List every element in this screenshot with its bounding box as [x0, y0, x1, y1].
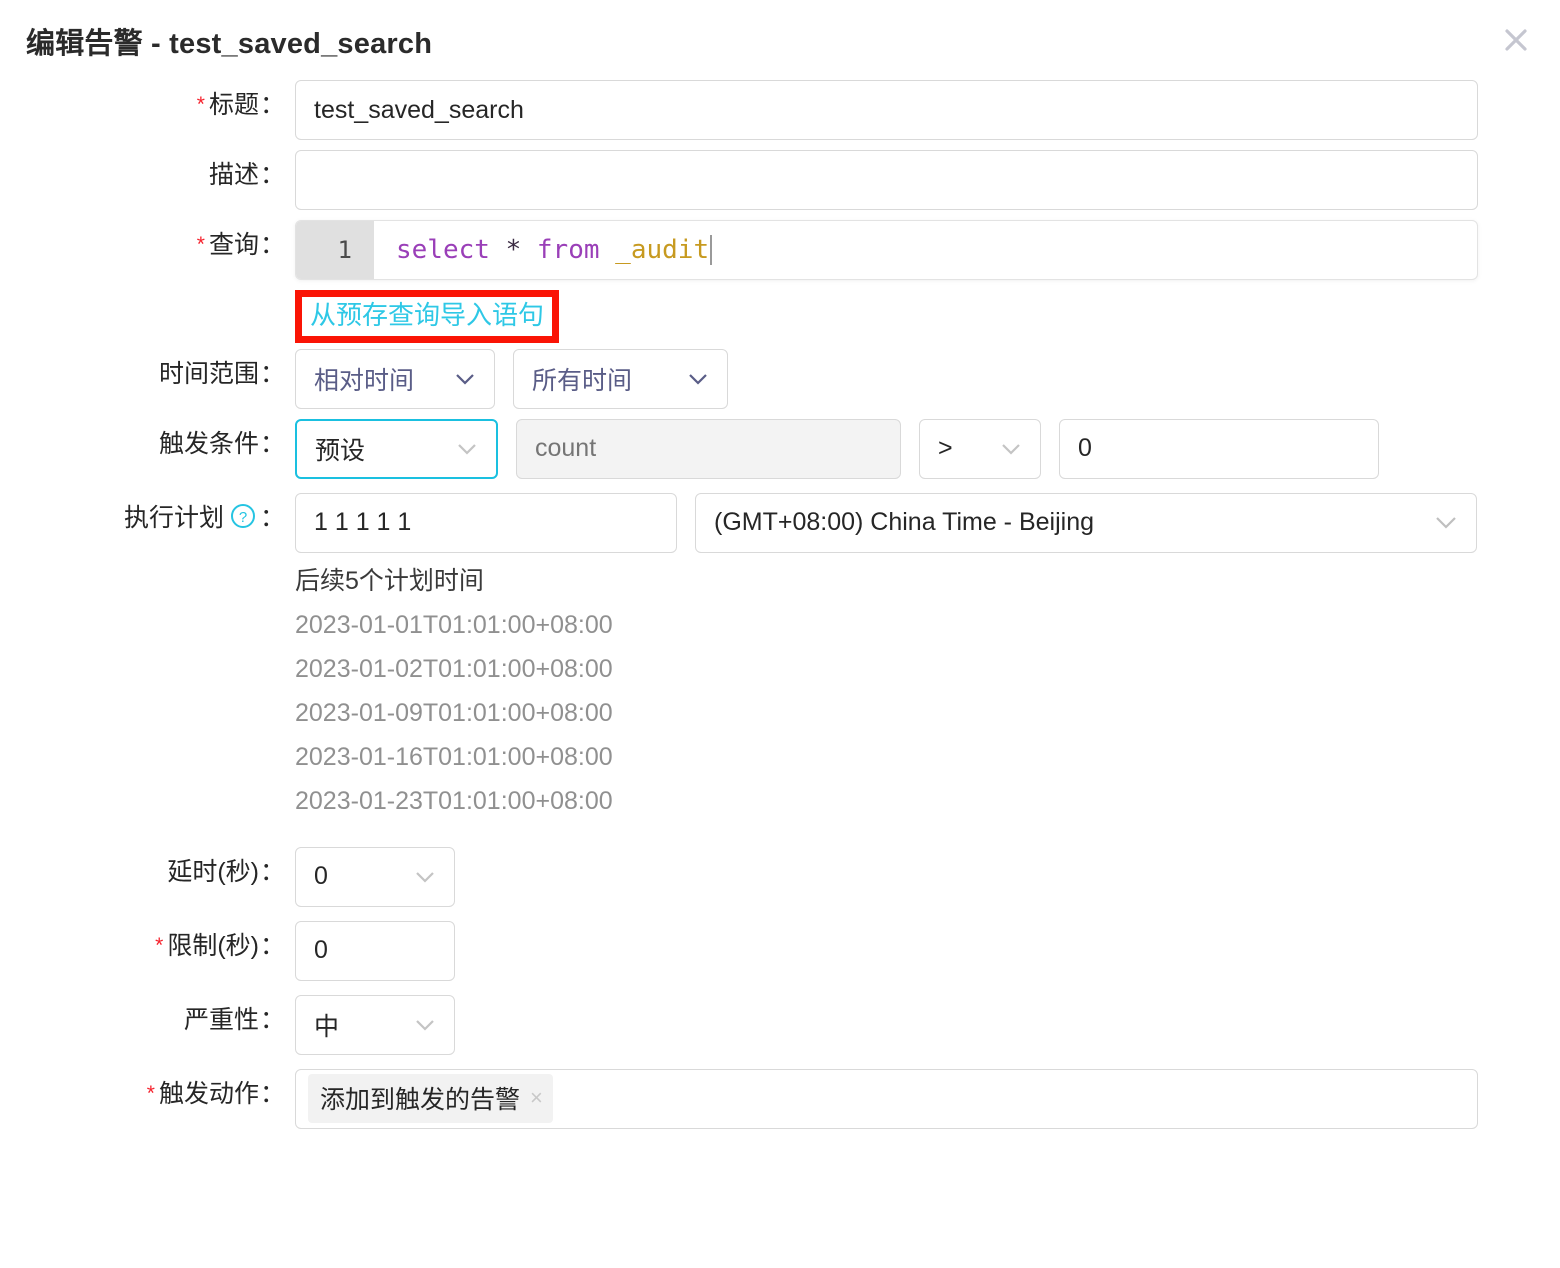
delay-select[interactable]: 0: [295, 846, 455, 907]
trigger-preset-select[interactable]: 预设: [295, 418, 498, 479]
cron-expression-input[interactable]: [295, 492, 677, 553]
form-row-limit: * 限制(秒)：: [0, 920, 1560, 981]
label-description: 描述：: [208, 161, 285, 189]
trigger-operator-value: >: [938, 434, 953, 462]
svg-text:?: ?: [239, 509, 247, 526]
trigger-operator-select[interactable]: >: [919, 418, 1041, 479]
label-trigger-action: * 触发动作：: [146, 1079, 285, 1108]
form-row-trigger-condition: 触发条件： 预设 >: [0, 418, 1560, 479]
next-schedule-list: 后续5个计划时间 2023-01-01T01:01:00+08:00 2023-…: [295, 559, 1477, 823]
time-range-value-select[interactable]: 所有时间: [513, 348, 728, 409]
field-trigger-action: 添加到触发的告警 ×: [295, 1068, 1478, 1129]
text-cursor: [710, 235, 713, 265]
label-limit: * 限制(秒)：: [155, 931, 285, 960]
trigger-action-tag-label: 添加到触发的告警: [320, 1086, 521, 1114]
trigger-action-tag-input[interactable]: 添加到触发的告警 ×: [295, 1068, 1478, 1129]
label-time-range: 时间范围：: [158, 359, 285, 388]
label-trigger-condition: 触发条件：: [158, 429, 285, 458]
next-schedule-item: 2023-01-09T01:01:00+08:00: [295, 698, 613, 727]
required-asterisk: *: [196, 233, 205, 256]
editor-line-number: 1: [296, 221, 374, 279]
next-schedule-item: 2023-01-02T01:01:00+08:00: [295, 654, 613, 683]
next-schedule-title: 后续5个计划时间: [295, 566, 484, 595]
sql-token-table: _audit: [615, 235, 710, 265]
chevron-down-icon: [1420, 515, 1458, 530]
field-description: [295, 150, 1478, 210]
question-circle-icon[interactable]: ?: [230, 503, 256, 536]
limit-input[interactable]: [295, 920, 455, 981]
trigger-threshold-input[interactable]: [1059, 418, 1379, 479]
form-row-query: * 查询： 1 select * from _audit 从预存查询导入语句: [0, 220, 1560, 343]
field-trigger-condition: 预设 >: [295, 418, 1379, 479]
delay-value: 0: [314, 862, 328, 890]
tag-remove-icon[interactable]: ×: [530, 1087, 543, 1109]
dialog-title: 编辑告警 - test_saved_search: [26, 28, 433, 60]
required-asterisk: *: [196, 93, 205, 116]
sql-token-select: select: [396, 235, 490, 265]
label-severity: 严重性：: [183, 1005, 285, 1034]
required-asterisk: *: [146, 1081, 155, 1105]
form-row-time-range: 时间范围： 相对时间 所有时间: [0, 348, 1560, 409]
trigger-action-tag: 添加到触发的告警 ×: [308, 1074, 553, 1123]
severity-select[interactable]: 中: [295, 994, 455, 1055]
trigger-metric-input[interactable]: [516, 418, 901, 479]
field-delay: 0: [295, 846, 455, 907]
time-range-mode-select[interactable]: 相对时间: [295, 348, 495, 409]
chevron-down-icon: [986, 442, 1022, 456]
description-input[interactable]: [295, 150, 1478, 210]
query-editor[interactable]: 1 select * from _audit: [295, 220, 1478, 280]
close-icon[interactable]: [1496, 20, 1536, 60]
import-saved-search-link[interactable]: 从预存查询导入语句: [310, 300, 544, 330]
field-schedule: (GMT+08:00) China Time - Beijing 后续5个计划时…: [295, 492, 1477, 823]
timezone-value: (GMT+08:00) China Time - Beijing: [714, 508, 1095, 536]
label-query: * 查询：: [196, 231, 285, 259]
title-input[interactable]: [295, 80, 1478, 140]
trigger-preset-value: 预设: [315, 436, 366, 465]
required-asterisk: *: [155, 933, 164, 957]
time-range-value: 所有时间: [532, 366, 633, 395]
next-schedule-item: 2023-01-16T01:01:00+08:00: [295, 742, 613, 771]
field-limit: [295, 920, 455, 981]
form-row-description: 描述：: [0, 150, 1560, 210]
chevron-down-icon: [400, 1018, 436, 1032]
sql-token-from: from: [536, 235, 600, 265]
chevron-down-icon: [442, 442, 478, 456]
next-schedule-item: 2023-01-23T01:01:00+08:00: [295, 786, 613, 815]
field-time-range: 相对时间 所有时间: [295, 348, 728, 409]
severity-value: 中: [314, 1012, 340, 1041]
form-row-schedule: 执行计划?： (GMT+08:00) China Time - Beijing …: [0, 492, 1560, 823]
chevron-down-icon: [673, 372, 709, 386]
next-schedule-item: 2023-01-01T01:01:00+08:00: [295, 610, 613, 639]
label-schedule: 执行计划?：: [0, 493, 295, 536]
sql-token-star: *: [505, 235, 522, 265]
form-row-trigger-action: * 触发动作： 添加到触发的告警 ×: [0, 1068, 1560, 1129]
field-title: [295, 80, 1478, 140]
field-query: 1 select * from _audit 从预存查询导入语句: [295, 220, 1478, 343]
label-title: * 标题：: [196, 91, 285, 119]
field-severity: 中: [295, 994, 455, 1055]
form-row-severity: 严重性： 中: [0, 994, 1560, 1055]
form-row-title: * 标题：: [0, 80, 1560, 140]
timezone-select[interactable]: (GMT+08:00) China Time - Beijing: [695, 492, 1477, 553]
chevron-down-icon: [400, 870, 436, 884]
form-row-delay: 延时(秒)： 0: [0, 846, 1560, 907]
label-delay: 延时(秒)：: [167, 857, 285, 886]
chevron-down-icon: [440, 372, 476, 386]
dialog-header: 编辑告警 - test_saved_search: [0, 0, 1560, 80]
alert-edit-form: *标题： 描述： *查询： 1 select * from _audit 从预: [0, 80, 1560, 1129]
import-link-highlight: 从预存查询导入语句: [295, 290, 560, 343]
time-range-mode-value: 相对时间: [314, 366, 415, 395]
editor-code-line[interactable]: select * from _audit: [374, 221, 1477, 279]
